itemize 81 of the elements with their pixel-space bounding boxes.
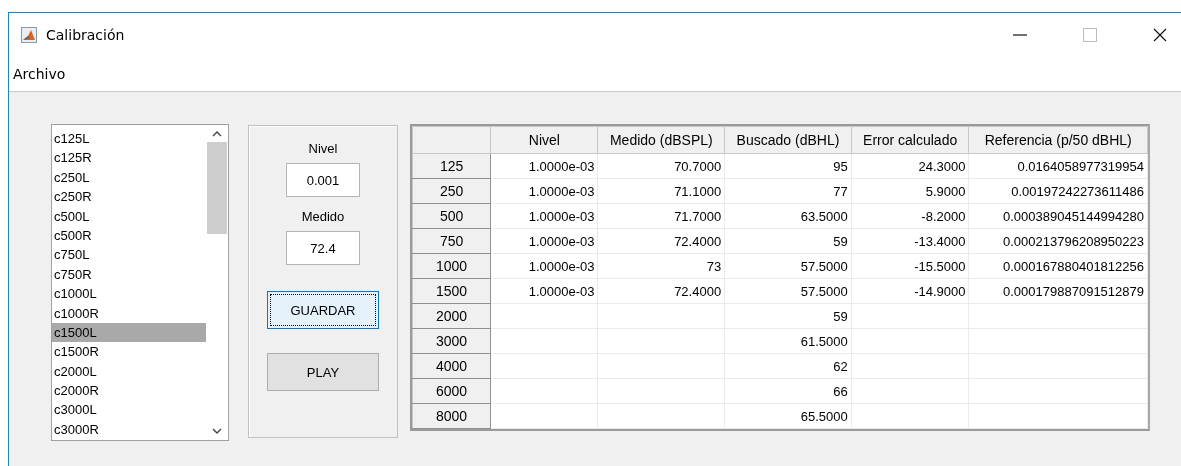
table-cell: 71.1000 [674,183,722,199]
table-cell: 66 [833,383,848,399]
table-cell: 63.5000 [800,208,848,224]
play-button[interactable]: PLAY [267,353,379,391]
table-cell: 0.00197242273611486 [1011,183,1144,199]
menu-item[interactable]: Archivo [13,66,66,82]
row-header[interactable]: 1500 [412,278,491,304]
list-item[interactable]: c500R [52,225,206,246]
list-item[interactable]: c2000L [52,361,206,382]
list-item[interactable]: c1500L [52,322,206,343]
row-header[interactable]: 8000 [412,403,491,429]
table-cell: 24.3000 [918,158,966,174]
list-item[interactable]: c250R [52,187,206,207]
list-item[interactable]: c750L [52,245,206,265]
scroll-down-icon[interactable] [212,428,222,434]
table-cell: 77 [833,183,848,199]
table-cell: 61.5000 [800,333,848,349]
scroll-up-icon[interactable] [212,131,222,137]
save-button[interactable]: GUARDAR [267,291,379,329]
row-header[interactable]: 250 [412,178,491,204]
table-cell: 1.0000e-03 [528,183,595,199]
medido-label: Medido [301,208,345,226]
table-cell: -13.4000 [914,233,966,249]
table-cell: 1.0000e-03 [528,258,595,274]
list-item[interactable]: c750R [52,264,206,285]
column-header[interactable]: Error calculado [851,126,969,154]
column-header[interactable]: Nivel [490,126,598,154]
table-cell: -15.5000 [914,258,966,274]
table-cell: 0.000213796208950223 [1003,233,1144,249]
table-cell: 65.5000 [800,408,848,424]
table-cell: 1.0000e-03 [528,283,595,299]
table-cell: 0.0164058977319954 [1017,158,1144,174]
row-header[interactable]: 125 [412,153,491,179]
nivel-label: Nivel [308,140,338,158]
list-item[interactable]: c1500R [52,342,206,362]
list-item[interactable]: c250L [52,167,206,188]
table-cell: 95 [833,158,848,174]
table-cell: 59 [833,233,848,249]
table-cell: 1.0000e-03 [528,208,595,224]
table-cell: 70.7000 [674,158,722,174]
column-header[interactable]: Medido (dBSPL) [598,126,725,154]
list-item[interactable]: c125L [52,129,206,149]
row-header[interactable]: 3000 [412,328,491,354]
table-cell: -8.2000 [921,208,966,224]
table-cell: 0.000389045144994280 [1003,208,1144,224]
column-header[interactable]: Referencia (p/50 dBHL) [968,126,1148,154]
table-cell: -14.9000 [914,283,966,299]
column-header[interactable]: Buscado (dBHL) [724,126,852,154]
list-item[interactable]: c1000R [52,303,206,323]
table-cell: 5.9000 [925,183,966,199]
window-title: Calibración [46,27,125,43]
nivel-field[interactable]: 0.001 [286,163,360,197]
table-cell: 0.000179887091512879 [1003,283,1144,299]
table-cell: 72.4000 [674,283,722,299]
list-item[interactable]: c3000L [52,400,206,420]
row-header[interactable]: 6000 [412,378,491,404]
table-cell: 73 [706,258,722,274]
table-cell: 62 [833,358,848,374]
close-icon[interactable] [1153,28,1167,42]
table-cell: 57.5000 [800,258,848,274]
list-item[interactable]: c500L [52,206,206,226]
list-box[interactable]: c125L c125R c250L c250R c500L c500R c750L c750R c1000L c1000R c1500L c1500R c2000L c2000R c3000L c3000R [51,124,229,441]
list-item[interactable]: c125R [52,148,206,168]
table-cell: 72.4000 [674,233,722,249]
table-cell: 1.0000e-03 [528,233,595,249]
row-header[interactable]: 750 [412,228,491,254]
table-cell: 1.0000e-03 [528,158,595,174]
row-header[interactable]: 4000 [412,353,491,379]
table-cell: 57.5000 [800,283,848,299]
list-item[interactable]: c3000R [52,419,206,440]
list-item[interactable]: c2000R [52,381,206,401]
table-cell: 71.7000 [674,208,722,224]
table-cell: 0.000167880401812256 [1003,258,1144,274]
medido-field[interactable]: 72.4 [286,231,360,265]
row-header[interactable]: 500 [412,203,491,229]
row-header[interactable]: 1000 [412,253,491,279]
scroll-thumb[interactable] [207,142,227,234]
table-cell: 59 [833,308,848,324]
list-item[interactable]: c1000L [52,284,206,304]
app-icon [21,27,37,43]
row-header[interactable]: 2000 [412,303,491,329]
